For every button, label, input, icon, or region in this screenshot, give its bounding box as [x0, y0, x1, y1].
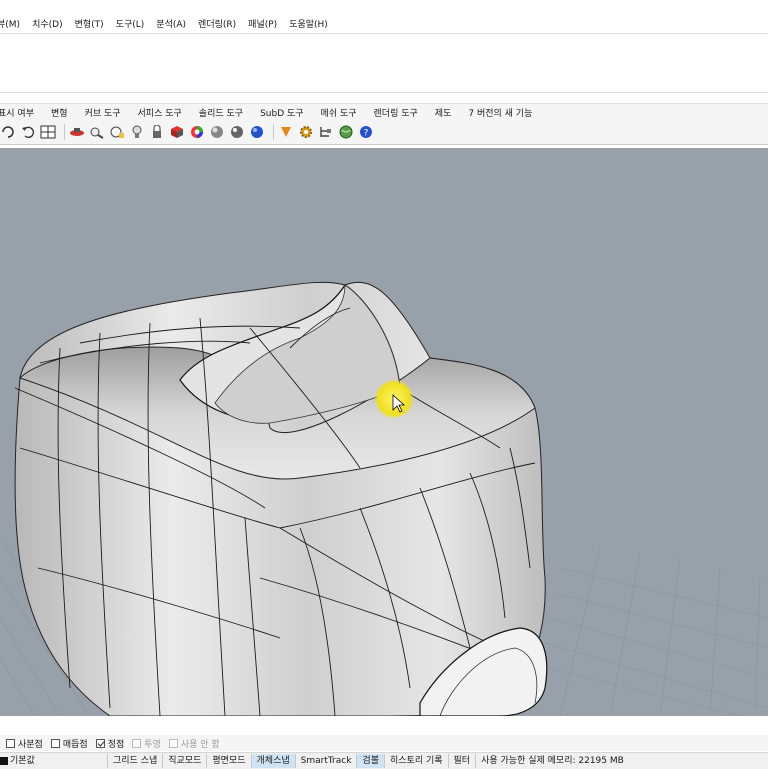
smarttrack-toggle[interactable]: SmartTrack	[294, 754, 357, 768]
grid-snap-toggle[interactable]: 그리드 스냅	[107, 754, 162, 768]
globe-icon[interactable]	[338, 124, 354, 140]
osnap-project[interactable]: 투영	[132, 737, 161, 750]
tab-surface-tools[interactable]: 서피스 도구	[138, 106, 182, 119]
checkbox[interactable]	[95, 738, 105, 748]
osnap-vertex[interactable]: 정점	[95, 737, 124, 750]
toolbar: ?	[0, 120, 768, 145]
toolbar-tabs: 표시 여부 변형 커브 도구 서피스 도구 솔리드 도구 SubD 도구 메쉬 …	[0, 103, 768, 121]
filter-toggle[interactable]: 필터	[447, 754, 476, 768]
nurbs-model[interactable]	[14, 281, 548, 716]
light-bulb-icon[interactable]	[129, 124, 145, 140]
checkbox[interactable]	[168, 738, 178, 748]
tab-mesh-tools[interactable]: 메쉬 도구	[321, 106, 357, 119]
menu-analyze[interactable]: 분석(A)	[156, 17, 186, 30]
planar-toggle[interactable]: 평면모드	[206, 754, 250, 768]
toolbar-separator	[64, 124, 65, 140]
osnap-disable[interactable]: 사용 안 함	[168, 737, 220, 750]
osnap-toggle[interactable]: 개체스냅	[250, 754, 295, 768]
osnap-knot[interactable]: 매듭점	[50, 737, 88, 750]
gear-icon[interactable]	[298, 124, 314, 140]
menu-bar: 뷰(M) 치수(D) 변형(T) 도구(L) 분석(A) 렌더링(R) 패널(P…	[0, 13, 768, 33]
memory-readout: 사용 가능한 실제 메모리: 22195 MB	[475, 754, 629, 768]
rendered-sphere-icon[interactable]	[229, 124, 245, 140]
perspective-viewport[interactable]	[0, 148, 768, 716]
tab-render-tools[interactable]: 렌더링 도구	[374, 106, 418, 119]
tab-drafting[interactable]: 제도	[435, 106, 452, 119]
menu-transform[interactable]: 변형(T)	[75, 17, 104, 30]
toolbar-separator	[273, 124, 274, 140]
help-icon[interactable]: ?	[358, 124, 374, 140]
named-views-icon[interactable]	[69, 124, 85, 140]
shaded-sphere-icon[interactable]	[209, 124, 225, 140]
menu-dimension[interactable]: 치수(D)	[32, 17, 63, 30]
zoom-selected-icon[interactable]	[109, 124, 125, 140]
tab-solid-tools[interactable]: 솔리드 도구	[199, 106, 243, 119]
menu-view[interactable]: 뷰(M)	[0, 17, 20, 30]
layer-indicator[interactable]: 기본값	[0, 754, 107, 768]
four-viewports-icon[interactable]	[40, 124, 56, 140]
tab-transform[interactable]: 변형	[51, 106, 68, 119]
osnap-quadrant[interactable]: 사분점	[6, 737, 43, 750]
command-history-area[interactable]	[0, 33, 768, 93]
tree-icon[interactable]	[318, 124, 334, 140]
status-bar: 기본값 그리드 스냅 직교모드 평면모드 개체스냅 SmartTrack 검볼 …	[0, 752, 768, 769]
lock-icon[interactable]	[149, 124, 165, 140]
tab-new-in-v7[interactable]: 7 버전의 새 기능	[468, 106, 532, 119]
gumball-toggle[interactable]: 검볼	[356, 754, 384, 768]
undo-view-icon[interactable]	[20, 124, 36, 140]
tab-subd-tools[interactable]: SubD 도구	[260, 106, 303, 119]
osnap-bar: 사분점 매듭점 정점 투영 사용 안 함	[0, 735, 768, 751]
ortho-toggle[interactable]: 직교모드	[162, 754, 206, 768]
checkbox[interactable]	[132, 738, 142, 748]
rotate-view-icon[interactable]	[0, 124, 16, 140]
menu-tools[interactable]: 도구(L)	[116, 17, 145, 30]
menu-panels[interactable]: 패널(P)	[248, 17, 277, 30]
svg-text:?: ?	[364, 129, 369, 139]
checkbox[interactable]	[6, 738, 15, 748]
history-toggle[interactable]: 히스토리 기록	[383, 754, 448, 768]
zoom-extents-icon[interactable]	[89, 124, 105, 140]
tab-display[interactable]: 표시 여부	[0, 106, 34, 119]
menu-help[interactable]: 도움말(H)	[289, 17, 328, 30]
materials-icon[interactable]	[169, 124, 185, 140]
pin-icon[interactable]	[278, 124, 294, 140]
menu-render[interactable]: 렌더링(R)	[198, 17, 236, 30]
tab-curve-tools[interactable]: 커브 도구	[85, 106, 121, 119]
layer-color-swatch	[0, 756, 8, 765]
color-wheel-icon[interactable]	[189, 124, 205, 140]
checkbox[interactable]	[50, 738, 60, 748]
blue-sphere-icon[interactable]	[249, 124, 265, 140]
viewport-scene	[0, 281, 768, 716]
